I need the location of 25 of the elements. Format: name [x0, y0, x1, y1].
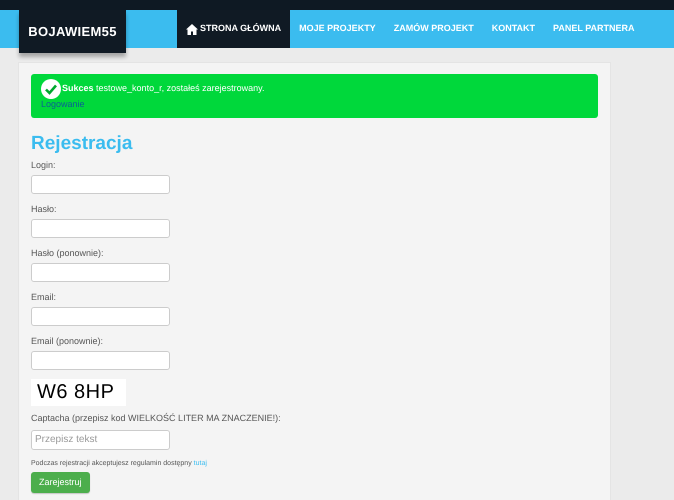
input-field[interactable]: [31, 263, 170, 282]
nav-link[interactable]: MOJE PROJEKTY: [290, 10, 385, 48]
input-field[interactable]: [31, 175, 170, 194]
field-label: Email:: [31, 291, 58, 304]
site-logo[interactable]: BOJAWIEM55: [19, 10, 126, 53]
nav-link[interactable]: PANEL PARTNERA: [544, 10, 644, 48]
check-circle-icon: [41, 79, 61, 99]
login-link[interactable]: Logowanie: [41, 98, 598, 112]
nav-link[interactable]: STRONA GŁÓWNA: [177, 10, 290, 48]
field-label: Hasło:: [31, 203, 58, 216]
home-icon: [186, 24, 198, 34]
input-field[interactable]: [31, 307, 170, 326]
captcha-input[interactable]: Przepisz tekst: [31, 430, 170, 450]
field-label: Login:: [31, 159, 57, 172]
input-field[interactable]: [31, 219, 170, 238]
nav-link[interactable]: ZAMÓW PROJEKT: [384, 10, 483, 48]
page-heading: Rejestracja: [31, 132, 134, 156]
success-message: Sukces testowe_konto_r, zostałeś zarejestrowany.: [62, 82, 264, 96]
register-button[interactable]: Zarejestruj: [31, 472, 90, 494]
captcha-label: Captacha (przepisz kod WIELKOŚĆ LITER MA ZNACZENIE!):: [31, 412, 282, 425]
input-field[interactable]: [31, 351, 170, 370]
captcha-image: W6 8HP: [31, 379, 126, 406]
field-label: Hasło (ponownie):: [31, 247, 105, 260]
nav-link[interactable]: KONTAKT: [482, 10, 544, 48]
field-label: Email (ponownie):: [31, 335, 104, 348]
